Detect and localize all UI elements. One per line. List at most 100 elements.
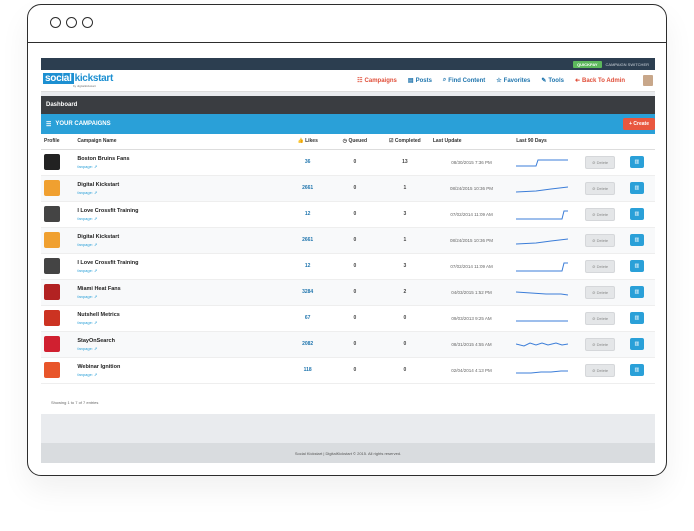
delete-button[interactable]: ⊘ Delete: [585, 285, 616, 299]
trash-icon: ⊘: [592, 263, 596, 269]
nav-favorites[interactable]: ☆ Favorites: [496, 77, 530, 85]
quickpay-button[interactable]: QUICKPAY: [573, 60, 602, 68]
fanpage-link[interactable]: fanpage: ⇗: [77, 242, 282, 247]
profile-thumbnail[interactable]: [44, 258, 60, 274]
profile-thumbnail[interactable]: [44, 154, 60, 170]
delete-button[interactable]: ⊘ Delete: [585, 207, 616, 221]
fanpage-link[interactable]: fanpage: ⇗: [77, 216, 282, 221]
col-profile[interactable]: Profile: [41, 134, 75, 150]
profile-thumbnail[interactable]: [44, 310, 60, 326]
fanpage-link[interactable]: fanpage: ⇗: [77, 268, 282, 273]
nav-find-content[interactable]: ⌕ Find Content: [443, 77, 485, 84]
fanpage-link[interactable]: fanpage: ⇗: [77, 320, 282, 325]
view-stats-button[interactable]: ▥: [629, 182, 645, 194]
table-row[interactable]: Nutshell Metrics fanpage: ⇗ 67 0 0 09/03…: [41, 305, 655, 332]
trash-icon: ⊘: [592, 211, 596, 217]
profile-thumbnail[interactable]: [44, 180, 60, 196]
create-campaign-button[interactable]: + Create: [623, 118, 655, 130]
profile-thumbnail[interactable]: [44, 206, 60, 222]
nav-tools[interactable]: ✎ Tools: [541, 77, 564, 85]
window-dot-icon[interactable]: [82, 17, 93, 28]
table-row[interactable]: Boston Bruins Fans fanpage: ⇗ 36 0 13 08…: [41, 149, 655, 176]
table-row[interactable]: Digital Kickstart fanpage: ⇗ 2661 0 1 08…: [41, 227, 655, 254]
profile-thumbnail[interactable]: [44, 336, 60, 352]
col-queued[interactable]: ◷ Queued: [329, 134, 380, 150]
last-update: 08/24/2015 10:36 PM: [429, 227, 514, 254]
delete-button[interactable]: ⊘ Delete: [585, 363, 616, 377]
campaign-name[interactable]: Webinar Ignition: [77, 364, 282, 370]
delete-button[interactable]: ⊘ Delete: [585, 155, 616, 169]
delete-button[interactable]: ⊘ Delete: [585, 233, 616, 247]
fanpage-link[interactable]: fanpage: ⇗: [77, 372, 282, 377]
table-row[interactable]: I Love Crossfit Training fanpage: ⇗ 12 0…: [41, 253, 655, 280]
nav-back-to-admin[interactable]: ➜ Back To Admin: [575, 77, 625, 85]
col-campaign-name[interactable]: Campaign Name: [74, 134, 286, 150]
sparkline-cell: [513, 227, 583, 254]
sparkline-cell: [513, 305, 583, 332]
nav-posts[interactable]: ▤ Posts: [408, 77, 432, 85]
nav-campaigns[interactable]: ☷ Campaigns: [357, 77, 397, 85]
profile-thumbnail[interactable]: [44, 232, 60, 248]
view-stats-button[interactable]: ▥: [629, 156, 645, 168]
campaign-name[interactable]: StayOnSearch: [77, 338, 282, 344]
view-stats-button[interactable]: ▥: [629, 208, 645, 220]
table-row[interactable]: StayOnSearch fanpage: ⇗ 2082 0 0 08/31/2…: [41, 331, 655, 358]
logo[interactable]: social kickstart by digitalkickstart: [43, 73, 113, 88]
campaign-name[interactable]: Boston Bruins Fans: [77, 156, 282, 162]
col-last-90-days[interactable]: Last 90 Days: [513, 134, 583, 150]
table-row[interactable]: Miami Heat Fans fanpage: ⇗ 3284 0 2 04/0…: [41, 279, 655, 306]
logo-subtitle: by digitalkickstart: [73, 84, 96, 88]
delete-cell: ⊘ Delete: [582, 253, 627, 280]
queued-count: 0: [329, 305, 380, 332]
col-delete: [582, 134, 627, 150]
last-update: 02/04/2014 4:13 PM: [429, 357, 514, 384]
table-row[interactable]: Webinar Ignition fanpage: ⇗ 118 0 0 02/0…: [41, 357, 655, 384]
profile-thumbnail[interactable]: [44, 284, 60, 300]
trash-icon: ⊘: [592, 289, 596, 295]
delete-button[interactable]: ⊘ Delete: [585, 337, 616, 351]
view-stats-button[interactable]: ▥: [629, 286, 645, 298]
completed-count: 2: [379, 279, 430, 306]
view-stats-button[interactable]: ▥: [629, 234, 645, 246]
likes-count: 12: [285, 201, 330, 228]
window-dot-icon[interactable]: [66, 17, 77, 28]
delete-button[interactable]: ⊘ Delete: [585, 181, 616, 195]
table-row[interactable]: I Love Crossfit Training fanpage: ⇗ 12 0…: [41, 201, 655, 228]
campaign-name[interactable]: Digital Kickstart: [77, 182, 282, 188]
view-stats-button[interactable]: ▥: [629, 312, 645, 324]
fanpage-link[interactable]: fanpage: ⇗: [77, 346, 282, 351]
completed-count: 0: [379, 357, 430, 384]
fanpage-link[interactable]: fanpage: ⇗: [77, 294, 282, 299]
view-stats-button[interactable]: ▥: [629, 364, 645, 376]
nav-menu: ☷ Campaigns ▤ Posts ⌕ Find Content ☆ Favorites ✎…: [357, 77, 625, 84]
avatar[interactable]: [643, 75, 653, 86]
sparkline-chart: [516, 262, 569, 272]
fanpage-link[interactable]: fanpage: ⇗: [77, 164, 282, 169]
campaign-name[interactable]: I Love Crossfit Training: [77, 208, 282, 214]
window-dot-icon[interactable]: [50, 17, 61, 28]
delete-button[interactable]: ⊘ Delete: [585, 311, 616, 325]
col-likes[interactable]: 👍 Likes: [285, 134, 330, 150]
campaign-name[interactable]: Miami Heat Fans: [77, 286, 282, 292]
campaign-name[interactable]: Nutshell Metrics: [77, 312, 282, 318]
view-stats-button[interactable]: ▥: [629, 338, 645, 350]
sparkline-chart: [516, 238, 569, 245]
thumbs-up-icon: 👍: [297, 138, 304, 145]
sparkline-chart: [516, 210, 569, 220]
view-stats-button[interactable]: ▥: [629, 260, 645, 272]
col-last-update[interactable]: Last Update: [429, 134, 514, 150]
delete-button[interactable]: ⊘ Delete: [585, 259, 616, 273]
likes-count: 3284: [285, 279, 330, 306]
campaign-switcher[interactable]: CAMPAIGN SWITCHER: [606, 62, 649, 67]
sparkline-cell: [513, 253, 583, 280]
table-row[interactable]: Digital Kickstart fanpage: ⇗ 2661 0 1 08…: [41, 175, 655, 202]
menu-icon[interactable]: ☰: [46, 121, 51, 128]
profile-thumbnail[interactable]: [44, 362, 60, 378]
campaign-name[interactable]: I Love Crossfit Training: [77, 260, 282, 266]
sparkline-chart: [516, 159, 569, 167]
fanpage-link[interactable]: fanpage: ⇗: [77, 190, 282, 195]
campaign-name[interactable]: Digital Kickstart: [77, 234, 282, 240]
campaign-name-cell: Boston Bruins Fans fanpage: ⇗: [74, 149, 286, 176]
col-completed[interactable]: ☑ Completed: [379, 134, 430, 150]
delete-cell: ⊘ Delete: [582, 227, 627, 254]
